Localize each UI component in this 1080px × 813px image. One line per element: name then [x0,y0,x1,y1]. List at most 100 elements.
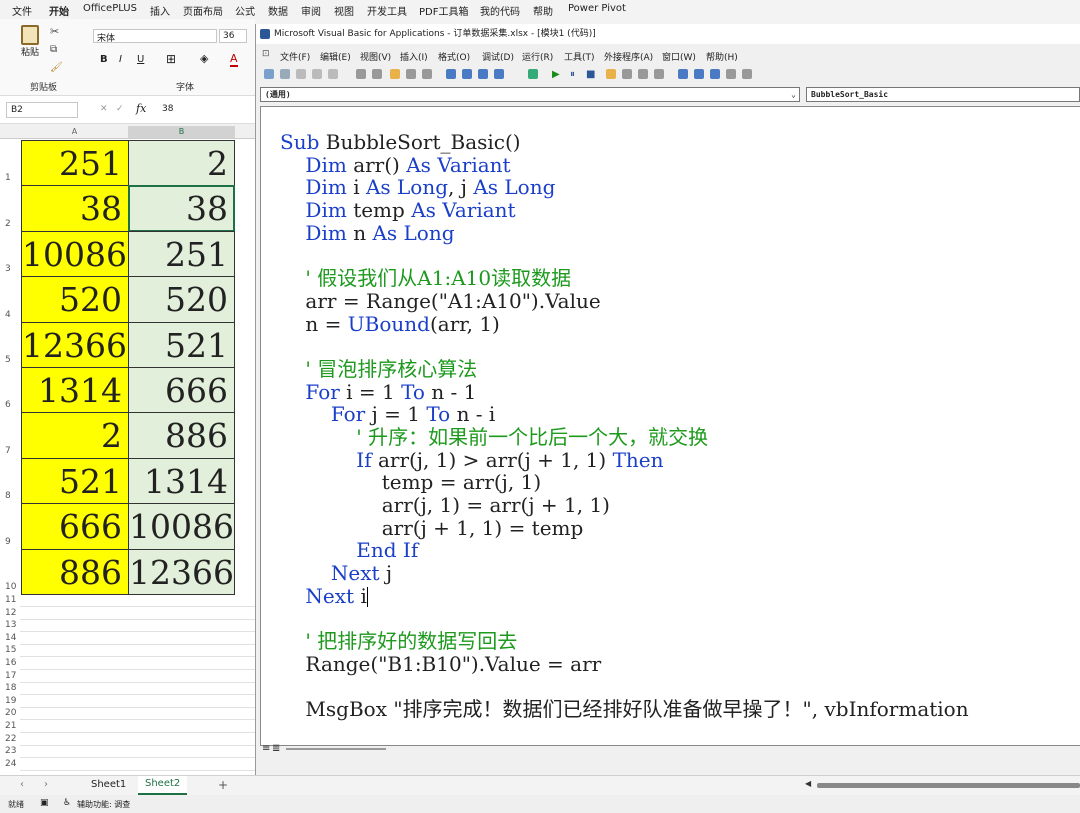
next-bookmark-icon[interactable] [462,69,472,79]
row-number[interactable]: 6 [0,400,20,410]
step-into-icon[interactable] [622,69,632,79]
scroll-left-icon[interactable]: ‹ [20,779,24,790]
row-number[interactable]: 12 [0,608,20,618]
vbe-menu-help[interactable]: 帮助(H) [706,50,738,63]
row-number[interactable]: 7 [0,446,20,456]
tab-page-layout[interactable]: 页面布局 [183,3,223,18]
outdent-icon[interactable] [372,69,382,79]
row-number[interactable]: 13 [0,620,20,630]
tab-power-pivot[interactable]: Power Pivot [568,3,626,14]
accessibility-icon[interactable]: ♿ [63,798,71,808]
row-number[interactable]: 9 [0,537,20,547]
cell-b4[interactable]: 520 [128,276,235,323]
row-number[interactable]: 20 [0,708,20,718]
column-header-a[interactable]: A [21,126,128,138]
row-number[interactable]: 5 [0,355,20,365]
accessibility-status[interactable]: 辅助功能: 调查 [77,799,130,810]
tab-help[interactable]: 帮助 [533,3,553,18]
cell-a3[interactable]: 10086 [21,230,128,278]
cell-a6[interactable]: 1314 [21,367,128,414]
add-sheet-button[interactable]: + [218,778,228,792]
uncomment-icon[interactable] [422,69,432,79]
fill-color-icon[interactable]: ◈ [200,52,208,65]
horizontal-scrollbar[interactable] [817,783,1080,788]
row-number[interactable]: 17 [0,671,20,681]
comment-icon[interactable] [406,69,416,79]
row-number[interactable]: 15 [0,645,20,655]
sheet-tab-sheet1[interactable]: Sheet1 [91,779,126,790]
cell-a9[interactable]: 666 [21,503,128,550]
immediate-window-icon[interactable] [694,69,704,79]
cell-b6[interactable]: 666 [128,367,235,414]
cut-tb-icon[interactable] [296,69,306,79]
enter-icon[interactable]: ✓ [116,104,124,114]
vbe-menu-format[interactable]: 格式(O) [438,50,470,63]
code-editor[interactable]: Sub BubbleSort_Basic() Dim arr() As Vari… [260,106,1080,746]
cell-a1[interactable]: 251 [21,140,128,187]
code-hscroll-track[interactable] [286,748,386,750]
vbe-menu-file[interactable]: 文件(F) [280,50,310,63]
vbe-menu-insert[interactable]: 插入(I) [400,50,428,63]
object-combo[interactable]: (通用) ⌄ [260,87,800,102]
scroll-right-icon[interactable]: › [44,779,48,790]
cell-a7[interactable]: 2 [21,412,128,459]
tab-data[interactable]: 数据 [268,3,288,18]
cell-b1[interactable]: 2 [128,140,235,187]
font-name-select[interactable]: 宋体 [93,29,217,43]
tab-insert[interactable]: 插入 [150,3,170,18]
vbe-menu-debug[interactable]: 调试(D) [482,50,514,63]
row-number[interactable]: 4 [0,310,20,320]
border-icon[interactable]: ⊞ [166,52,176,66]
bold-button[interactable]: B [100,54,108,65]
tab-my-code[interactable]: 我的代码 [480,3,520,18]
locals-window-icon[interactable] [678,69,688,79]
scroll-left-small-icon[interactable]: ◀ [805,779,811,788]
cell-b5[interactable]: 521 [128,321,235,368]
fx-button[interactable]: fx [136,102,146,115]
cell-b10[interactable]: 12366 [128,548,235,595]
vbe-menu-view[interactable]: 视图(V) [360,50,391,63]
row-number[interactable]: 23 [0,746,20,756]
vbe-menu-edit[interactable]: 编辑(E) [320,50,351,63]
procedure-view-icon[interactable]: ≡ [262,743,270,754]
font-size-select[interactable]: 36 [219,29,247,43]
toggle-breakpoint-icon[interactable] [606,69,616,79]
cell-b7[interactable]: 886 [128,412,235,459]
tab-developer[interactable]: 开发工具 [367,3,407,18]
vbe-menu-tools[interactable]: 工具(T) [564,50,595,63]
font-color-button[interactable]: A [230,52,238,67]
row-number[interactable]: 16 [0,658,20,668]
format-painter-icon[interactable]: 🖌 [50,62,63,73]
row-number[interactable]: 19 [0,696,20,706]
underline-button[interactable]: U [137,54,144,65]
row-number[interactable]: 18 [0,683,20,693]
step-over-icon[interactable] [638,69,648,79]
cell-b9[interactable]: 10086 [128,503,235,550]
cell-a2[interactable]: 38 [21,185,128,232]
row-number[interactable]: 1 [0,173,20,183]
row-number[interactable]: 22 [0,734,20,744]
row-number[interactable]: 2 [0,219,20,229]
stop-icon[interactable]: ■ [586,69,595,80]
cell-a8[interactable]: 521 [21,457,128,505]
vbe-menu-window[interactable]: 窗口(W) [662,50,696,63]
cut-icon[interactable]: ✂ [50,25,59,38]
row-number[interactable]: 24 [0,759,20,769]
cancel-icon[interactable]: ✕ [100,104,108,114]
pause-icon[interactable]: ⏸ [570,69,575,80]
paste-tb-icon[interactable] [328,69,338,79]
call-stack-icon[interactable] [742,69,752,79]
tab-view[interactable]: 视图 [334,3,354,18]
sheet-tab-sheet2[interactable]: Sheet2 [138,776,188,795]
paste-button[interactable]: 粘贴 [16,25,44,61]
row-number[interactable]: 21 [0,721,20,731]
italic-button[interactable]: I [119,54,122,65]
prev-bookmark-icon[interactable] [478,69,488,79]
indent-icon[interactable] [356,69,366,79]
row-number[interactable]: 14 [0,633,20,643]
row-number[interactable]: 3 [0,264,20,274]
quick-watch-icon[interactable] [726,69,736,79]
cell-a10[interactable]: 886 [21,548,128,595]
vbe-menu-run[interactable]: 运行(R) [522,50,553,63]
insert-module-icon[interactable] [280,69,290,79]
